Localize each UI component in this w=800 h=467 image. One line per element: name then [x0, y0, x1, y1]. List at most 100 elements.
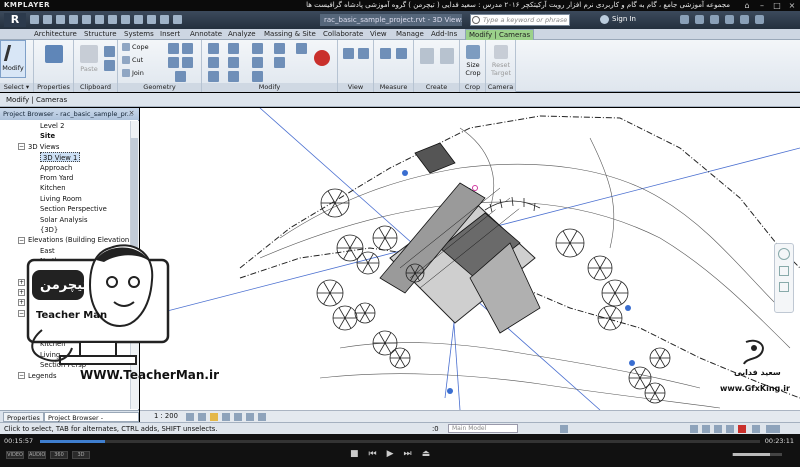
dimension-icon[interactable]	[396, 48, 407, 59]
drag-elements-icon[interactable]	[752, 425, 760, 433]
geometry-tool-icon[interactable]	[182, 43, 193, 54]
eject-icon[interactable]: ⏏	[422, 449, 431, 459]
stop-icon[interactable]: ■	[350, 449, 359, 459]
3d-view-icon[interactable]	[121, 15, 130, 24]
ribbon-tab[interactable]: Analyze	[228, 30, 256, 38]
collapse-icon[interactable]: −	[18, 143, 25, 151]
unpin-icon[interactable]	[296, 43, 307, 54]
tab-properties[interactable]: Properties	[3, 412, 44, 422]
geometry-tool-icon[interactable]	[168, 43, 179, 54]
play-icon[interactable]: ▶	[387, 449, 394, 459]
player-badge[interactable]: VIDEO	[6, 451, 24, 459]
switch-windows-icon[interactable]	[173, 15, 182, 24]
sun-path-icon[interactable]	[210, 413, 218, 421]
view-scale[interactable]: 1 : 200	[154, 411, 178, 422]
select-pinned-icon[interactable]	[726, 425, 734, 433]
modify-button[interactable]: Modify	[0, 40, 26, 78]
tree-node[interactable]: 3D View 1	[40, 152, 81, 163]
minimize-icon[interactable]: –	[757, 1, 767, 10]
navigation-bar[interactable]	[774, 243, 794, 313]
ribbon-tab[interactable]: Annotate	[190, 30, 222, 38]
ribbon-tab[interactable]: Systems	[124, 30, 154, 38]
select-dropdown[interactable]: Select ▾	[0, 83, 33, 92]
create-group-icon[interactable]	[440, 48, 454, 64]
tree-node[interactable]: Kitchen	[40, 183, 66, 193]
scale-icon[interactable]	[274, 43, 285, 54]
search-input[interactable]: Type a keyword or phrase	[470, 14, 570, 26]
target-marker[interactable]	[472, 185, 478, 191]
paste-button[interactable]: Paste	[76, 43, 102, 79]
copy-clipboard-icon[interactable]	[104, 60, 115, 71]
tree-node[interactable]: Level 2	[40, 121, 64, 131]
exchange-icon[interactable]	[695, 15, 704, 24]
tree-node[interactable]: From Yard	[40, 173, 73, 183]
open-icon[interactable]	[30, 15, 39, 24]
cart-icon[interactable]	[680, 15, 689, 24]
player-badge[interactable]: 3D	[72, 451, 90, 459]
hide-icon[interactable]	[343, 48, 354, 59]
geometry-tool-icon[interactable]	[168, 57, 179, 68]
array-icon[interactable]	[252, 71, 263, 82]
lock-view-icon[interactable]	[258, 413, 266, 421]
camera-marker[interactable]	[625, 305, 631, 311]
print-icon[interactable]	[82, 15, 91, 24]
reset-target-button[interactable]: Reset Target	[488, 43, 514, 79]
join-button[interactable]: Join	[122, 69, 144, 77]
show-crop-icon[interactable]	[246, 413, 254, 421]
text-icon[interactable]	[108, 15, 117, 24]
zoom-icon[interactable]	[779, 266, 789, 276]
application-menu-button[interactable]: R	[4, 13, 26, 27]
ribbon-tab[interactable]: Massing & Site	[264, 30, 316, 38]
select-underlay-icon[interactable]	[714, 425, 722, 433]
tree-node[interactable]: Section Perspective	[40, 204, 107, 214]
ribbon-tab[interactable]: Manage	[396, 30, 424, 38]
model-select[interactable]: Main Model	[448, 424, 518, 433]
crop-view-icon[interactable]	[234, 413, 242, 421]
user-icon[interactable]	[600, 15, 609, 24]
redo-icon[interactable]	[69, 15, 78, 24]
move-icon[interactable]	[208, 57, 219, 68]
measure-tool-icon[interactable]	[380, 48, 391, 59]
ribbon-tab[interactable]: Modify | Cameras	[465, 29, 535, 40]
tree-node[interactable]: Solar Analysis	[40, 215, 88, 225]
ribbon-tab[interactable]: Insert	[160, 30, 180, 38]
camera-marker[interactable]	[402, 170, 408, 176]
ribbon-tab[interactable]: Collaborate	[323, 30, 363, 38]
properties-button[interactable]	[41, 43, 67, 79]
help-icon[interactable]	[710, 15, 719, 24]
ribbon-tab[interactable]: Structure	[84, 30, 117, 38]
align-icon[interactable]	[208, 43, 219, 54]
visual-style-icon[interactable]	[198, 413, 206, 421]
previous-icon[interactable]: ⏮	[369, 449, 377, 459]
next-icon[interactable]: ⏭	[404, 449, 412, 459]
tree-node[interactable]: Approach	[40, 163, 72, 173]
camera-eye-marker[interactable]	[447, 388, 453, 394]
select-links-icon[interactable]	[702, 425, 710, 433]
close-hidden-icon[interactable]	[160, 15, 169, 24]
cope-button[interactable]: Cope	[122, 43, 149, 51]
tab-project-browser[interactable]: Project Browser - rac_basic_	[44, 412, 139, 432]
pan-icon[interactable]	[779, 282, 789, 292]
rotate-icon[interactable]	[228, 71, 239, 82]
offset-icon[interactable]	[228, 43, 239, 54]
close-app-icon[interactable]	[755, 15, 764, 24]
geometry-tool-icon[interactable]	[175, 71, 186, 82]
delete-icon[interactable]	[314, 50, 330, 66]
pin-element-icon[interactable]	[274, 57, 285, 68]
mirror-icon[interactable]	[228, 57, 239, 68]
shadows-icon[interactable]	[222, 413, 230, 421]
save-icon[interactable]	[43, 15, 52, 24]
create-part-icon[interactable]	[420, 48, 434, 64]
ribbon-tab[interactable]: View	[370, 30, 387, 38]
size-crop-button[interactable]: Size Crop	[460, 43, 486, 79]
filter-icon[interactable]	[766, 425, 780, 433]
trim-icon[interactable]	[252, 43, 263, 54]
tree-node[interactable]: −3D Views	[18, 142, 59, 152]
drawing-canvas[interactable]	[140, 108, 800, 410]
tree-node[interactable]: Living Room	[40, 194, 82, 204]
override-icon[interactable]	[358, 48, 369, 59]
tree-node[interactable]: {3D}	[40, 225, 58, 235]
tree-node[interactable]: Site	[40, 131, 55, 141]
editable-only-icon[interactable]	[690, 425, 698, 433]
ribbon-tab[interactable]: Architecture	[34, 30, 77, 38]
